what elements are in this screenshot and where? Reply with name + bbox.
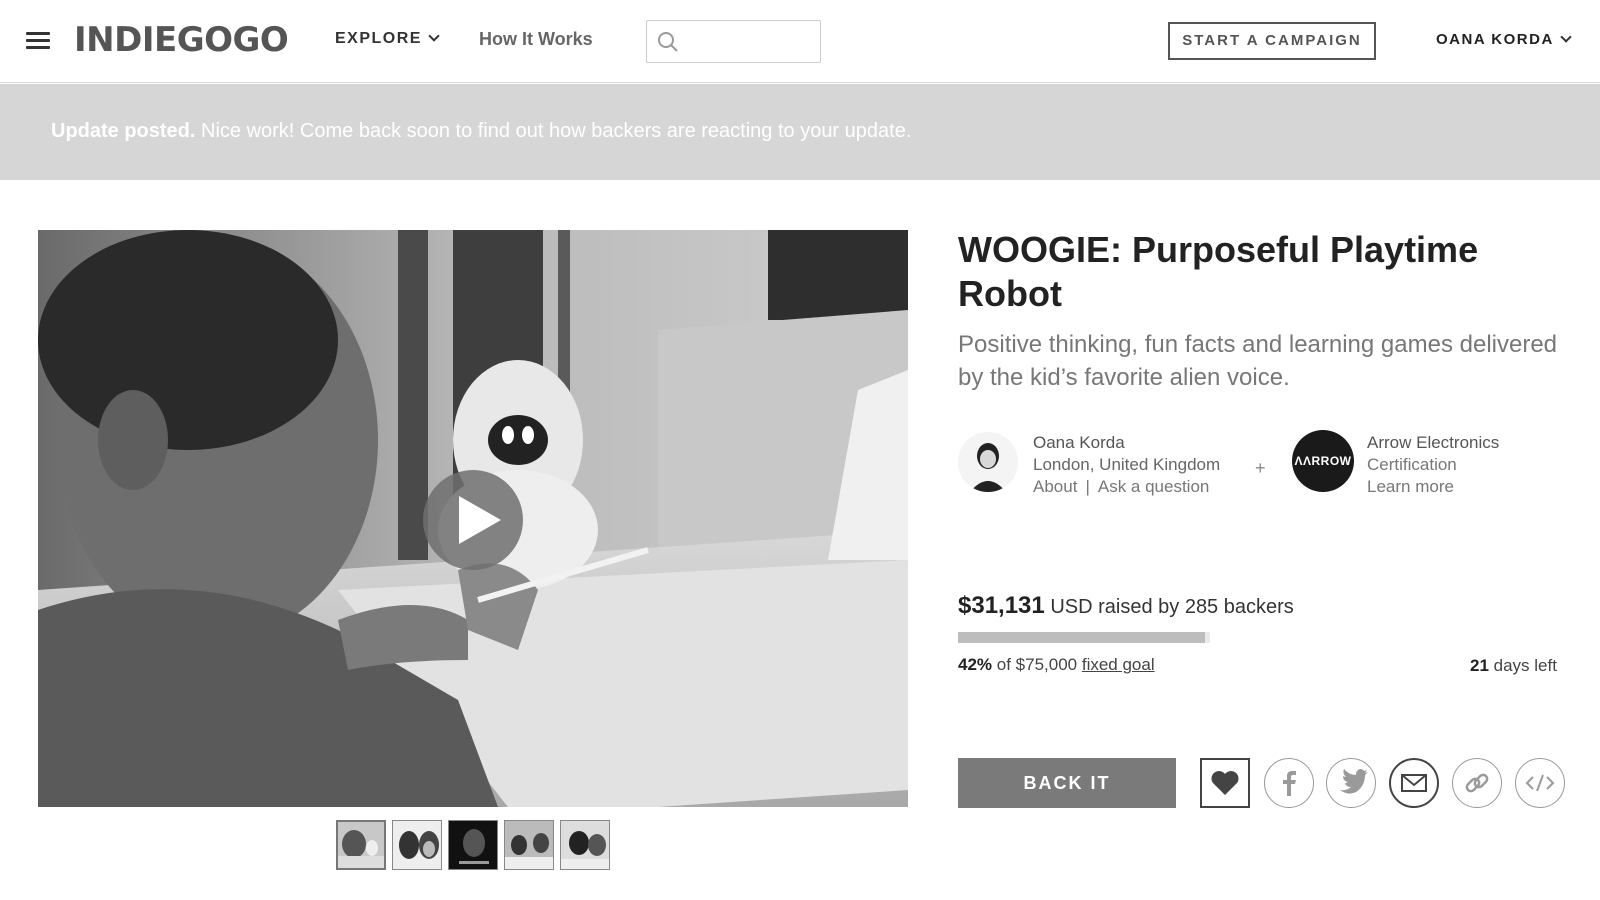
partner-info: Arrow Electronics Certification Learn mo… [1367, 432, 1499, 498]
banner-message: Update posted. Nice work! Come back soon… [51, 120, 911, 143]
play-icon[interactable] [423, 470, 523, 570]
days-left: 21 days left [1470, 656, 1557, 676]
search-icon [658, 32, 678, 52]
explore-label: EXPLORE [335, 30, 422, 47]
update-posted-banner: Update posted. Nice work! Come back soon… [0, 84, 1600, 180]
embed-icon[interactable] [1515, 758, 1565, 808]
goal-text: of $75,000 [992, 655, 1082, 674]
link-separator: | [1085, 477, 1090, 496]
chevron-down-icon [1560, 31, 1572, 43]
link-icon[interactable] [1452, 758, 1502, 808]
search-input[interactable] [689, 21, 809, 61]
owner-links: About | Ask a question [1033, 476, 1220, 498]
menu-icon[interactable] [26, 32, 50, 50]
banner-text: Nice work! Come back soon to find out ho… [195, 120, 912, 142]
top-nav: INDIEGOGO EXPLORE How It Works START A C… [0, 0, 1600, 83]
plus-sign: + [1255, 458, 1266, 478]
thumbnail-1[interactable] [336, 820, 386, 870]
partner-role: Certification [1367, 455, 1457, 474]
learn-more-link[interactable]: Learn more [1367, 477, 1454, 496]
fixed-goal-link[interactable]: fixed goal [1082, 655, 1155, 674]
thumbnail-4[interactable] [504, 820, 554, 870]
campaign-title: WOOGIE: Purposeful Playtime Robot [958, 229, 1479, 314]
thumbnail-2[interactable] [392, 820, 442, 870]
owner-avatar[interactable] [958, 432, 1018, 492]
raised-text: USD raised by 285 backers [1044, 596, 1294, 618]
campaign-tagline: Positive thinking, fun facts and learnin… [958, 331, 1558, 391]
percent-funded: 42% [958, 655, 993, 674]
days-text: days left [1488, 656, 1557, 675]
email-icon[interactable] [1389, 758, 1439, 808]
campaign-video[interactable] [38, 230, 908, 807]
owner-name[interactable]: Oana Korda [1033, 432, 1220, 454]
days-number: 21 [1470, 656, 1489, 675]
start-campaign-button[interactable]: START A CAMPAIGN [1168, 22, 1376, 60]
user-menu[interactable]: OANA KORDA [1436, 31, 1572, 48]
media-thumbnails [336, 820, 610, 870]
partner-name: Arrow Electronics [1367, 433, 1500, 452]
raised-amount: $31,131 [958, 592, 1045, 619]
funding-progress-bar [958, 632, 1210, 643]
search-box[interactable] [646, 20, 821, 63]
arrow-logo[interactable]: ΛΛRROW [1292, 430, 1354, 492]
explore-menu[interactable]: EXPLORE [335, 30, 440, 48]
back-it-button[interactable]: BACK IT [958, 758, 1176, 808]
chevron-down-icon [428, 30, 440, 42]
facebook-icon[interactable] [1264, 758, 1314, 808]
goal-line: 42% of $75,000 fixed goal [958, 655, 1155, 675]
thumbnail-5[interactable] [560, 820, 610, 870]
owner-location: London, United Kingdom [1033, 455, 1221, 474]
user-name: OANA KORDA [1436, 31, 1554, 48]
funding-progress-fill [958, 632, 1205, 643]
thumbnail-3[interactable] [448, 820, 498, 870]
ask-question-link[interactable]: Ask a question [1098, 477, 1210, 496]
banner-bold: Update posted. [51, 120, 196, 142]
heart-icon[interactable] [1200, 758, 1250, 808]
about-link[interactable]: About [1033, 477, 1077, 496]
how-it-works-link[interactable]: How It Works [479, 29, 593, 50]
owner-info: Oana Korda London, United Kingdom About |… [1033, 432, 1220, 498]
indiegogo-logo[interactable]: INDIEGOGO [74, 20, 289, 60]
funds-raised: $31,131 USD raised by 285 backers [958, 592, 1294, 620]
twitter-icon[interactable] [1326, 758, 1376, 808]
